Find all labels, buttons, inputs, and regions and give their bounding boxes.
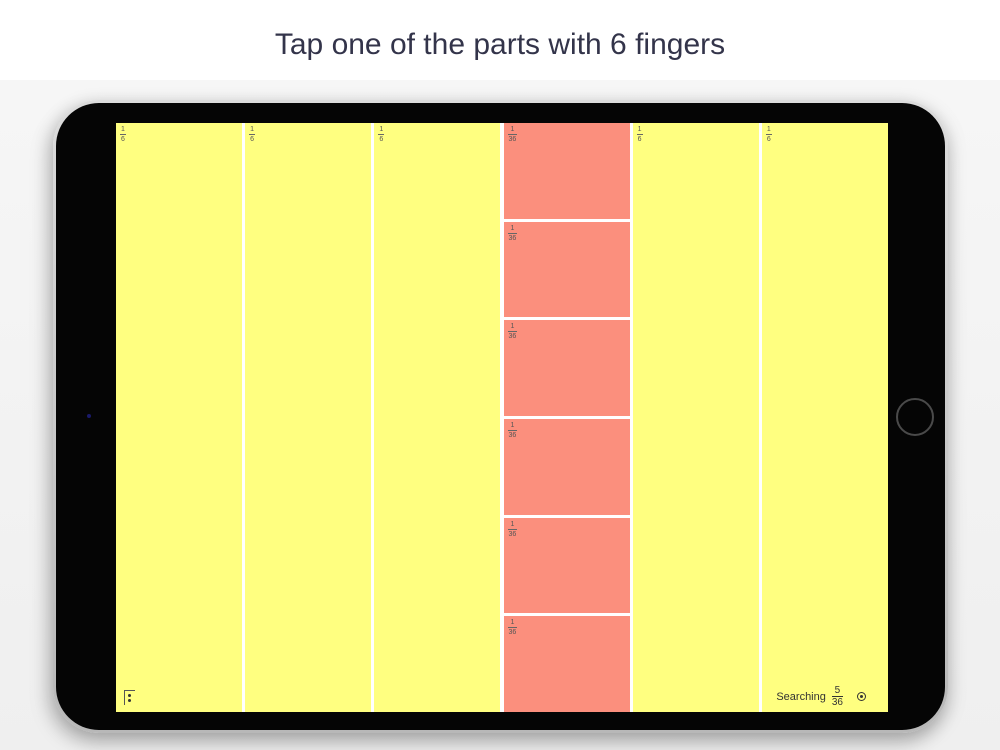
fraction-numerator: 1 (637, 126, 642, 133)
fraction-denominator: 36 (508, 530, 517, 538)
fraction-denominator: 36 (508, 234, 517, 242)
sub-part[interactable]: 1 36 (503, 320, 630, 416)
fraction-column: 16 (632, 123, 759, 712)
fraction-denominator: 6 (766, 136, 771, 143)
fraction-column: 16 (374, 123, 501, 712)
fraction-numerator: 1 (510, 520, 515, 528)
fraction-numerator: 1 (379, 126, 384, 133)
fraction-denominator: 36 (508, 136, 517, 143)
status-label: Searching (776, 690, 826, 703)
fraction-part[interactable]: 16 (116, 123, 243, 712)
sub-part[interactable]: 1 36 (503, 419, 630, 515)
sub-part[interactable]: 1 36 (503, 616, 630, 712)
fraction-denominator: 36 (508, 629, 517, 637)
fraction-part[interactable]: 16 (245, 123, 372, 712)
fraction-label: 1 36 (507, 619, 518, 637)
status-numerator: 5 (834, 685, 841, 696)
fraction-label: 1 36 (507, 126, 518, 144)
fraction-denominator: 36 (508, 333, 517, 341)
fraction-screen: 1 6 1 6 1 36 1 36 1 36 1 36 1 36 1 36 1 6 1 6 1 6 Searching 5… (116, 123, 888, 712)
fraction-numerator: 1 (250, 126, 255, 133)
sub-part[interactable]: 1 36 (503, 517, 630, 614)
fraction-denominator: 6 (637, 136, 642, 143)
fraction-label: 16 (765, 126, 772, 144)
fraction-denominator: 6 (379, 136, 384, 143)
status-denominator: 36 (831, 697, 843, 708)
fraction-numerator: 1 (510, 126, 515, 133)
home-button[interactable] (896, 398, 934, 436)
sub-part[interactable]: 1 36 (503, 123, 630, 219)
fraction-numerator: 1 (510, 224, 515, 232)
fraction-label: 16 (636, 126, 643, 144)
fraction-part[interactable]: 16 (761, 123, 888, 712)
fraction-numerator: 1 (766, 126, 771, 133)
camera-icon (87, 414, 91, 418)
fraction-label: 16 (378, 126, 385, 144)
page-title: Tap one of the parts with 6 fingers (274, 28, 726, 61)
fraction-column: 16 (116, 123, 243, 712)
fraction-label: 1 36 (507, 224, 518, 243)
fraction-label: 16 (249, 126, 256, 144)
target-icon[interactable] (857, 692, 866, 701)
sub-part[interactable]: 1 36 (503, 221, 630, 318)
fraction-numerator: 1 (510, 323, 515, 331)
fraction-denominator: 6 (250, 136, 255, 143)
fraction-label: 1 36 (507, 520, 518, 539)
status-fraction: 5 36 (831, 685, 843, 708)
fraction-column: 16 (761, 123, 888, 712)
fraction-label: 1 36 (507, 422, 518, 440)
fraction-column: 16 (245, 123, 372, 712)
fraction-numerator: 1 (510, 422, 515, 429)
fraction-denominator: 36 (508, 432, 517, 439)
fraction-label: 1 36 (507, 323, 518, 341)
fraction-column: 1 36 1 36 1 36 1 36 1 36 1 36 (503, 123, 630, 712)
fraction-label: 16 (120, 126, 126, 144)
fraction-numerator: 1 (510, 619, 515, 627)
status-bar: Searching 5 36 (776, 685, 866, 708)
fraction-part[interactable]: 16 (374, 123, 501, 712)
dots-menu-icon[interactable] (124, 690, 135, 705)
fraction-numerator: 1 (121, 126, 125, 133)
fraction-denominator: 6 (121, 136, 125, 143)
fraction-part[interactable]: 16 (632, 123, 759, 712)
